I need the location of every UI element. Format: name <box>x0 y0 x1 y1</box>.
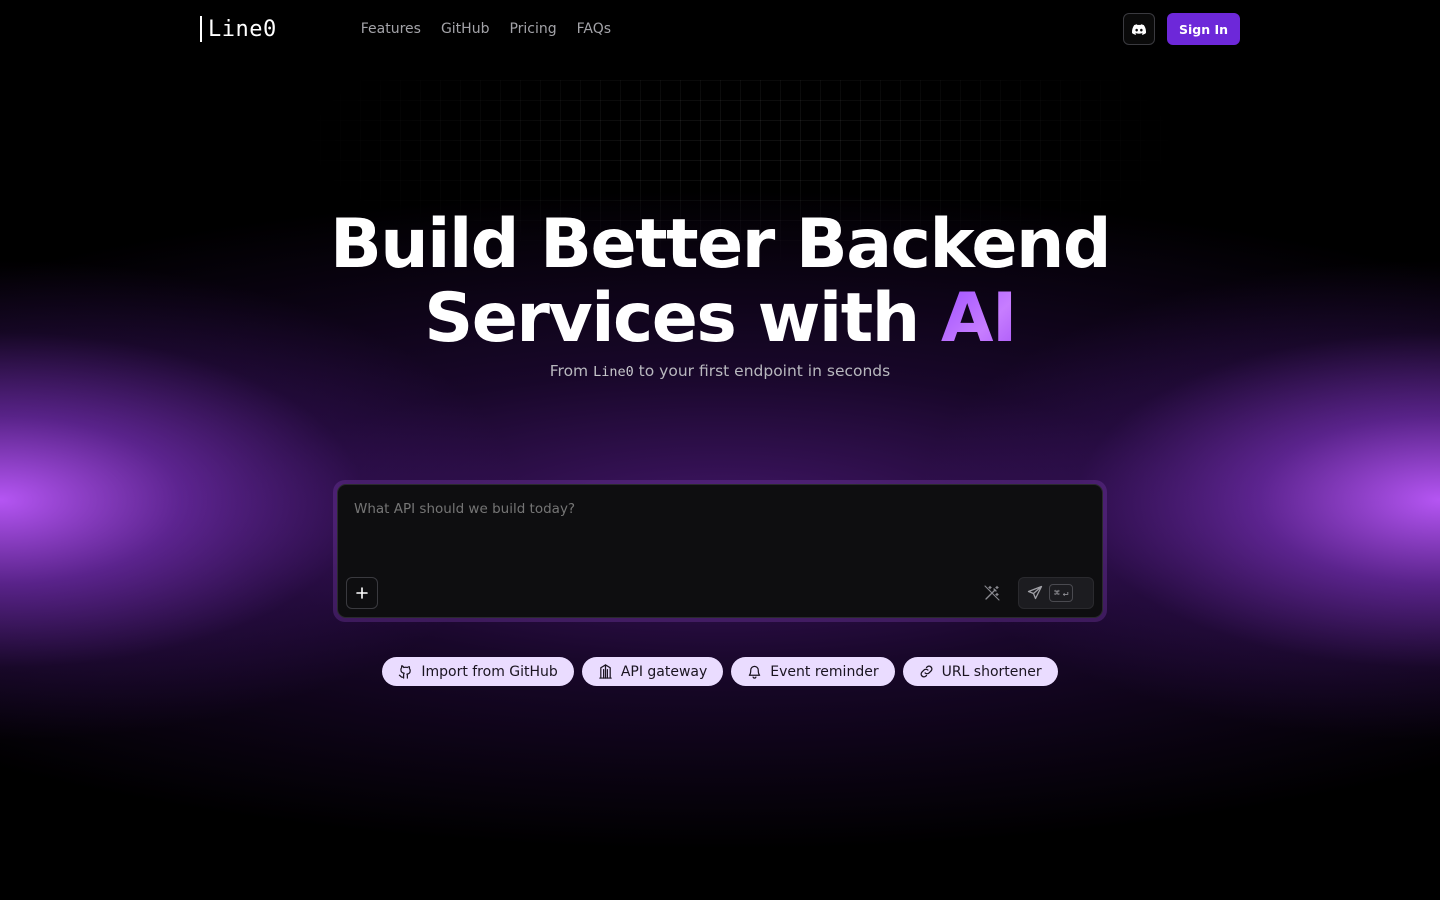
nav-link-faqs[interactable]: FAQs <box>577 21 611 37</box>
discord-icon <box>1131 23 1146 35</box>
hero-subtitle: From Line0 to your first endpoint in sec… <box>0 362 1440 380</box>
gateway-icon <box>599 664 612 679</box>
logo[interactable]: Line0 <box>200 15 277 43</box>
subtitle-code: Line0 <box>593 364 634 380</box>
chip-url-shortener[interactable]: URL shortener <box>902 657 1058 686</box>
nav-link-features[interactable]: Features <box>361 21 421 37</box>
nav-link-github[interactable]: GitHub <box>441 21 490 37</box>
top-navbar: Line0 Features GitHub Pricing FAQs Sign … <box>200 13 1240 45</box>
magic-wand-icon <box>984 585 1000 601</box>
hero-title-highlight: AI <box>940 279 1017 358</box>
hero-title-line1: Build Better Backend <box>329 205 1112 284</box>
plus-icon <box>356 587 368 599</box>
bell-icon <box>749 665 761 679</box>
enter-key-icon: ↵ <box>1062 587 1069 599</box>
nav-link-pricing[interactable]: Pricing <box>509 21 556 37</box>
chip-label: URL shortener <box>941 663 1042 680</box>
sign-in-button[interactable]: Sign In <box>1166 13 1240 45</box>
prompt-input[interactable] <box>354 501 1054 517</box>
hero-title: Build Better Backend Services with AI <box>0 208 1440 356</box>
send-icon <box>1027 585 1043 600</box>
discord-button[interactable] <box>1122 13 1155 45</box>
chip-event-reminder[interactable]: Event reminder <box>731 657 895 686</box>
command-key-icon: ⌘ <box>1054 587 1060 599</box>
link-icon <box>920 665 933 678</box>
subtitle-suffix: to your first endpoint in seconds <box>638 362 891 380</box>
logo-text: Line0 <box>208 16 277 42</box>
suggestion-chips: Import from GitHub API gateway Event rem… <box>0 657 1440 686</box>
chip-import-github[interactable]: Import from GitHub <box>382 657 574 686</box>
add-attachment-button[interactable] <box>346 577 378 609</box>
hero-title-line2: Services with <box>424 279 920 358</box>
enhance-prompt-button[interactable] <box>978 579 1006 607</box>
chip-label: API gateway <box>620 663 708 680</box>
nav-actions: Sign In <box>1122 13 1240 45</box>
send-button[interactable]: ⌘ ↵ <box>1018 577 1094 609</box>
chip-label: Event reminder <box>770 663 879 680</box>
chip-api-gateway[interactable]: API gateway <box>581 657 724 686</box>
subtitle-prefix: From <box>549 362 589 380</box>
chip-label: Import from GitHub <box>421 663 558 680</box>
send-shortcut-hint: ⌘ ↵ <box>1049 584 1074 602</box>
logo-bar-icon <box>200 16 202 42</box>
landing-page: Line0 Features GitHub Pricing FAQs Sign … <box>0 0 1440 900</box>
prompt-box: ⌘ ↵ <box>337 484 1103 618</box>
github-icon <box>399 665 412 679</box>
prompt-box-glow: ⌘ ↵ <box>333 480 1107 622</box>
nav-links: Features GitHub Pricing FAQs <box>361 21 611 37</box>
